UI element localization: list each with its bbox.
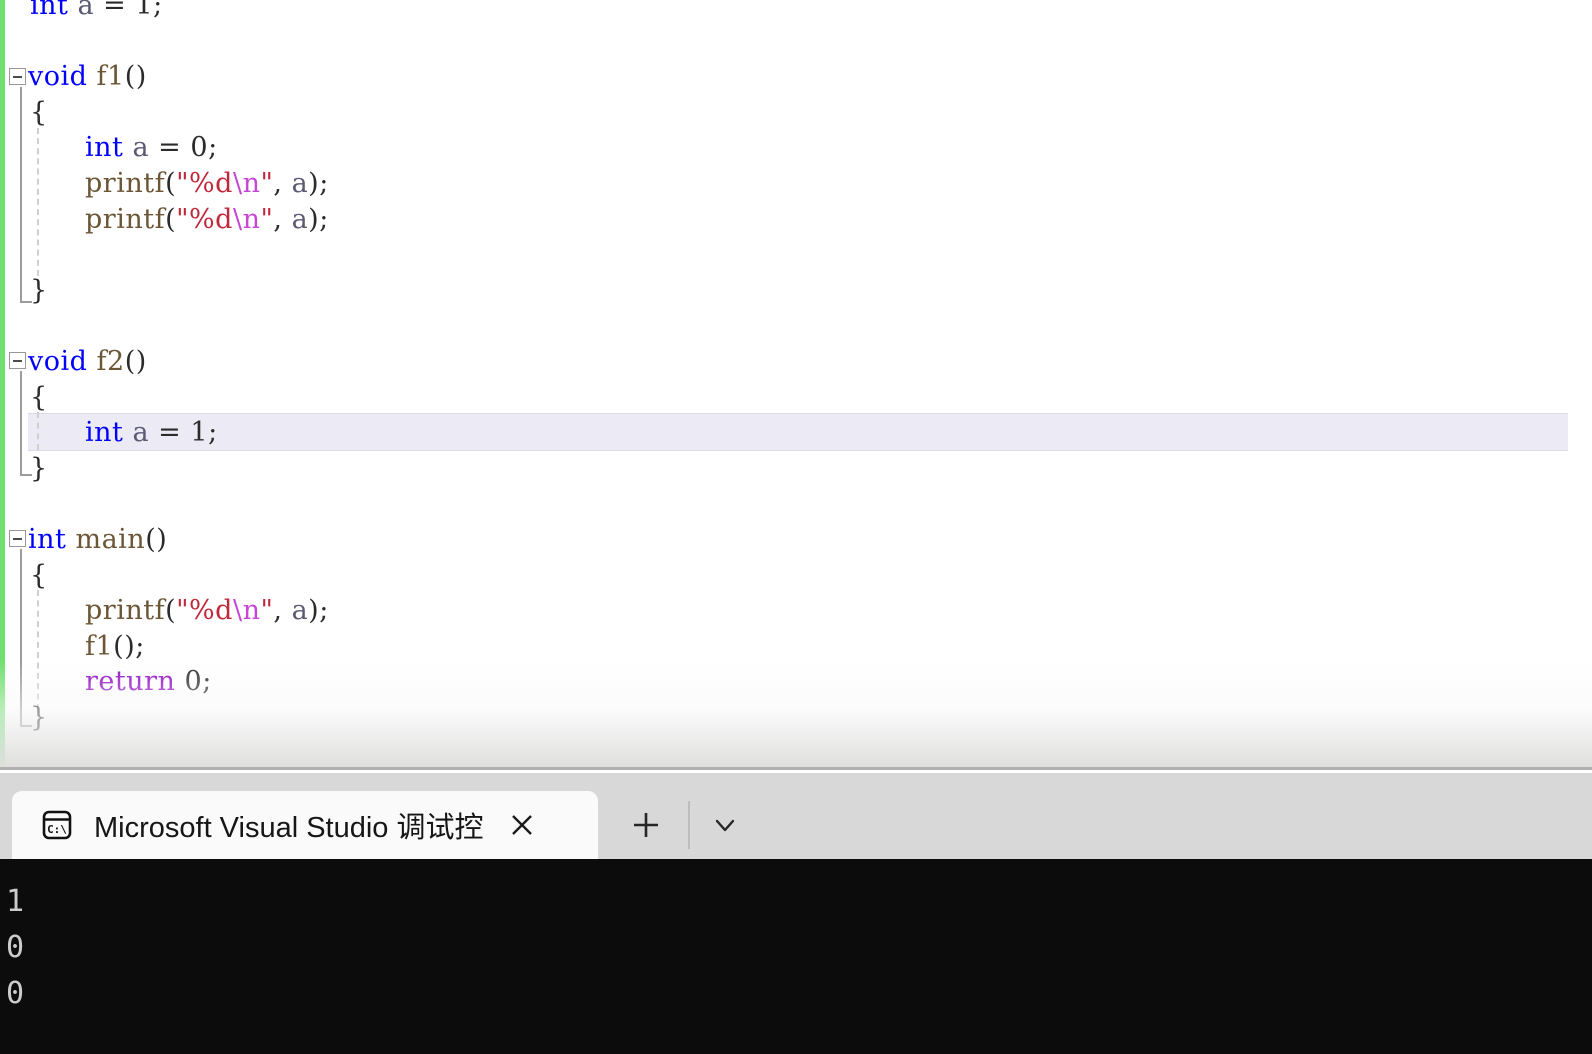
code-token: { bbox=[30, 381, 48, 413]
console-output-line: 0 bbox=[6, 930, 25, 965]
code-token: ); bbox=[308, 168, 329, 199]
code-token: () bbox=[124, 61, 147, 93]
code-token: ( bbox=[165, 203, 177, 235]
code-token: printf bbox=[85, 595, 166, 627]
code-token: a bbox=[291, 168, 309, 199]
code-token: () bbox=[124, 346, 147, 377]
code-editor[interactable]: int a = 1; void f1(){int a = 0; printf("%d… bbox=[0, 0, 1592, 770]
fold-toggle-main[interactable] bbox=[9, 530, 26, 547]
code-token: "%d bbox=[176, 595, 233, 627]
code-token: f2 bbox=[96, 346, 125, 377]
code-token: ; bbox=[208, 417, 218, 449]
code-token: \n bbox=[232, 595, 261, 627]
code-token: ( bbox=[165, 168, 177, 199]
terminal-tab-title: Microsoft Visual Studio 调试控 bbox=[94, 812, 484, 844]
code-line[interactable]: } bbox=[0, 700, 48, 736]
new-tab-button[interactable] bbox=[614, 801, 678, 849]
code-token: , bbox=[273, 168, 292, 199]
code-line[interactable]: return 0; bbox=[0, 664, 212, 700]
code-token: ); bbox=[308, 203, 329, 235]
code-token: a bbox=[132, 417, 150, 449]
close-icon[interactable] bbox=[499, 802, 545, 848]
code-line[interactable]: int a = 1; bbox=[0, 0, 163, 24]
code-token: ; bbox=[153, 0, 163, 21]
code-token: void bbox=[28, 61, 88, 93]
code-token: = bbox=[94, 0, 136, 21]
fold-toggle-f2[interactable] bbox=[9, 352, 26, 369]
code-token: a bbox=[291, 595, 309, 627]
code-token: (); bbox=[113, 630, 145, 662]
code-token: main bbox=[75, 524, 146, 555]
code-token: " bbox=[260, 168, 274, 199]
chevron-down-icon[interactable] bbox=[696, 801, 754, 849]
code-token: = bbox=[149, 132, 191, 164]
code-token: int bbox=[30, 0, 69, 21]
code-token: 0 bbox=[184, 666, 203, 698]
code-token: } bbox=[30, 452, 48, 484]
code-token: int bbox=[85, 132, 124, 164]
code-token: ; bbox=[202, 666, 212, 698]
code-token: f1 bbox=[85, 630, 114, 662]
code-token: int bbox=[85, 417, 124, 449]
code-line[interactable]: f1(); bbox=[0, 629, 145, 665]
svg-text:C:\: C:\ bbox=[47, 823, 67, 836]
code-token: ); bbox=[308, 595, 329, 627]
code-token: , bbox=[273, 203, 292, 235]
code-line[interactable]: { bbox=[0, 95, 48, 131]
code-line[interactable]: } bbox=[0, 451, 48, 487]
code-token: 1 bbox=[190, 417, 209, 449]
fold-toggle-f1[interactable] bbox=[9, 68, 26, 85]
code-token: return bbox=[85, 666, 176, 698]
change-indicator-bar bbox=[0, 0, 5, 770]
code-token: { bbox=[30, 559, 48, 591]
code-line[interactable]: printf("%d\n", a); bbox=[0, 202, 329, 238]
code-token: { bbox=[30, 96, 48, 128]
code-line[interactable]: printf("%d\n", a); bbox=[0, 593, 329, 629]
code-token: int bbox=[28, 524, 67, 555]
code-token: 0 bbox=[190, 132, 209, 164]
code-token: () bbox=[145, 524, 168, 555]
code-token: = bbox=[149, 417, 191, 449]
code-line[interactable]: } bbox=[0, 273, 48, 309]
code-token: printf bbox=[85, 168, 166, 199]
code-text-layer[interactable]: int a = 1; void f1(){int a = 0; printf("%d… bbox=[0, 0, 1592, 770]
code-token: ; bbox=[208, 132, 218, 164]
code-line[interactable]: int a = 0; bbox=[0, 130, 218, 166]
console-output-line: 1 bbox=[6, 884, 25, 919]
terminal-tab-bar: C:\ Microsoft Visual Studio 调试控 bbox=[0, 773, 1592, 859]
code-token: f1 bbox=[96, 61, 125, 93]
code-token: 1 bbox=[135, 0, 154, 21]
code-token: a bbox=[132, 132, 150, 164]
code-token: \n bbox=[232, 203, 261, 235]
code-token: } bbox=[30, 274, 48, 306]
code-line[interactable]: { bbox=[0, 380, 48, 416]
code-token: " bbox=[260, 203, 274, 235]
code-token: " bbox=[260, 595, 274, 627]
code-token: "%d bbox=[176, 203, 233, 235]
code-token: a bbox=[77, 0, 95, 21]
code-line-current[interactable]: int a = 1; bbox=[0, 415, 218, 451]
editor-right-padding bbox=[1568, 0, 1592, 770]
console-cmd-icon: C:\ bbox=[38, 806, 76, 844]
terminal-console-output[interactable]: 1 0 0 bbox=[0, 859, 1592, 1054]
editor-bottom-border bbox=[0, 767, 1592, 770]
code-line[interactable]: printf("%d\n", a); bbox=[0, 166, 329, 202]
code-token: , bbox=[273, 595, 292, 627]
code-token: ( bbox=[165, 595, 177, 627]
vs-editor-with-terminal-screen: int a = 1; void f1(){int a = 0; printf("%d… bbox=[0, 0, 1592, 1054]
code-token: printf bbox=[85, 203, 166, 235]
code-token: "%d bbox=[176, 168, 233, 199]
code-token: a bbox=[291, 203, 309, 235]
code-line[interactable]: { bbox=[0, 558, 48, 594]
terminal-tab-active[interactable]: C:\ Microsoft Visual Studio 调试控 bbox=[12, 791, 598, 859]
console-output-line: 0 bbox=[6, 976, 25, 1011]
code-token: \n bbox=[232, 168, 261, 199]
code-token: } bbox=[30, 702, 48, 733]
code-token: void bbox=[28, 346, 88, 377]
tab-bar-divider bbox=[688, 801, 690, 849]
